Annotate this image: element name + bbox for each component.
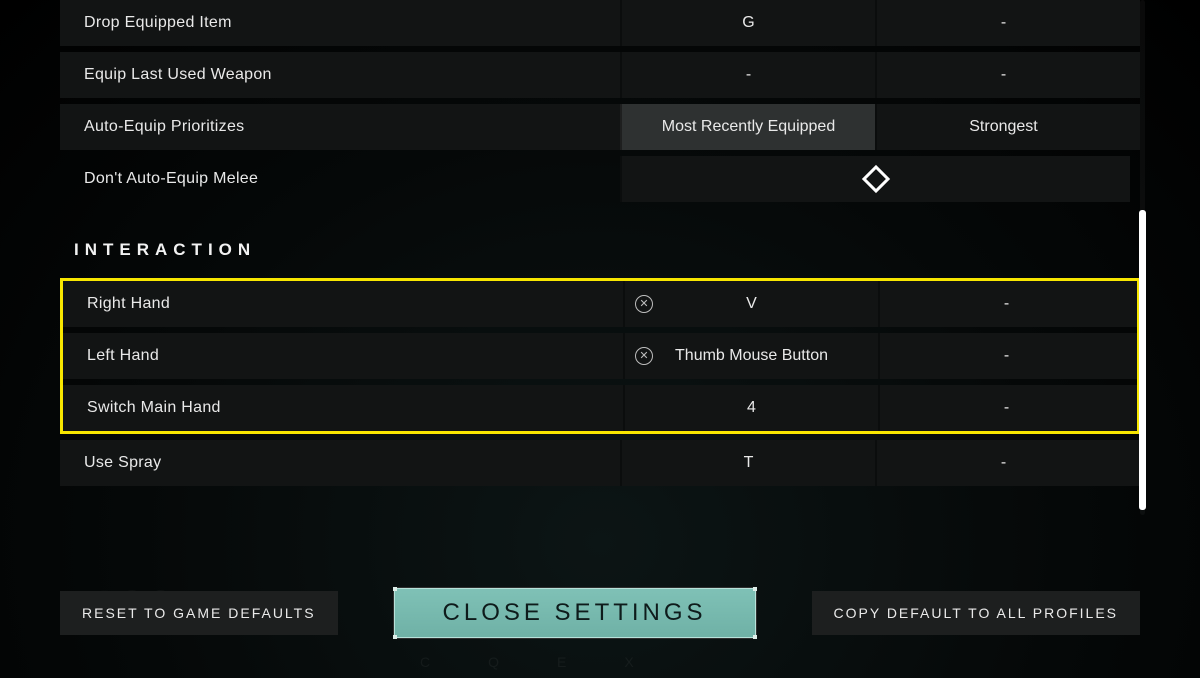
keybind-secondary[interactable]: - — [875, 52, 1130, 98]
close-settings-button[interactable]: CLOSE SETTINGS — [394, 588, 756, 638]
keybind-label: Right Hand — [87, 295, 170, 312]
keybind-secondary[interactable]: - — [875, 0, 1130, 46]
button-bar: RESET TO GAME DEFAULTS CLOSE SETTINGS CO… — [60, 590, 1140, 636]
settings-panel: Drop Equipped Item G - Equip Last Used W… — [60, 0, 1140, 545]
keybind-row: Right Hand ✕ V - — [63, 281, 1137, 327]
keybind-label: Drop Equipped Item — [84, 14, 232, 31]
option-row: Auto-Equip Prioritizes Most Recently Equ… — [60, 104, 1140, 150]
keybind-row: Use Spray T - — [60, 440, 1140, 486]
toggle-row: Don't Auto-Equip Melee — [60, 156, 1140, 202]
keybind-secondary[interactable]: - — [878, 333, 1133, 379]
keybind-secondary[interactable]: - — [878, 385, 1133, 431]
keybind-row: Switch Main Hand 4 - — [63, 385, 1137, 431]
keybind-label: Use Spray — [84, 454, 161, 471]
option-label: Auto-Equip Prioritizes — [84, 118, 244, 135]
diamond-icon — [862, 165, 890, 193]
keybind-label: Left Hand — [87, 347, 159, 364]
reset-defaults-button[interactable]: RESET TO GAME DEFAULTS — [60, 591, 338, 635]
keybind-label: Switch Main Hand — [87, 399, 221, 416]
copy-default-button[interactable]: COPY DEFAULT TO ALL PROFILES — [812, 591, 1141, 635]
clear-icon[interactable]: ✕ — [635, 347, 653, 365]
clear-icon[interactable]: ✕ — [635, 295, 653, 313]
keybind-row: Left Hand ✕ Thumb Mouse Button - — [63, 333, 1137, 379]
keybind-primary[interactable]: - — [620, 52, 875, 98]
keybind-primary[interactable]: ✕ V — [623, 281, 878, 327]
option-selected[interactable]: Most Recently Equipped — [620, 104, 875, 150]
keybind-primary[interactable]: ✕ Thumb Mouse Button — [623, 333, 878, 379]
option-alternate[interactable]: Strongest — [875, 104, 1130, 150]
keybind-row: Drop Equipped Item G - — [60, 0, 1140, 46]
settings-screen: 100 CQEX Drop Equipped Item G - Equip La… — [0, 0, 1200, 678]
scrollbar-thumb[interactable] — [1139, 210, 1146, 510]
keybind-secondary[interactable]: - — [875, 440, 1130, 486]
keybind-primary[interactable]: G — [620, 0, 875, 46]
keybind-row: Equip Last Used Weapon - - — [60, 52, 1140, 98]
section-title: INTERACTION — [60, 240, 1140, 260]
toggle-label: Don't Auto-Equip Melee — [84, 170, 258, 187]
keybind-secondary[interactable]: - — [878, 281, 1133, 327]
keybind-primary[interactable]: 4 — [623, 385, 878, 431]
hud-letters: CQEX — [420, 654, 692, 670]
keybind-label: Equip Last Used Weapon — [84, 66, 272, 83]
keybind-primary[interactable]: T — [620, 440, 875, 486]
interaction-highlight: Right Hand ✕ V - Left Hand ✕ Thumb Mouse… — [60, 278, 1140, 434]
toggle-checkbox[interactable] — [620, 156, 1130, 202]
